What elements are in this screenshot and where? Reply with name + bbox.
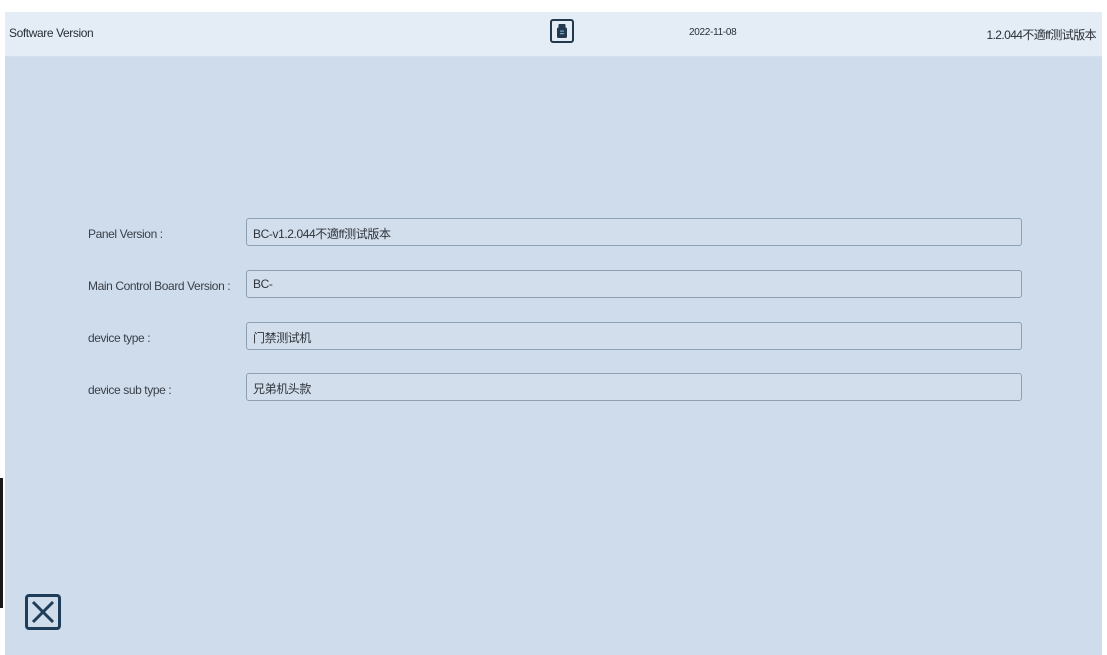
close-icon: [31, 600, 55, 624]
usb-status[interactable]: [550, 19, 574, 43]
device-type-field: 门禁测试机: [246, 322, 1022, 350]
current-date: 2022-11-08: [689, 27, 737, 38]
main-control-board-version-label: Main Control Board Version :: [88, 279, 231, 293]
usb-drive-icon: [557, 24, 567, 38]
top-bar: Software Version 2022-11-08 1.2.044不適ff测…: [5, 12, 1102, 57]
panel-version-field: BC-v1.2.044不適ff测试版本: [246, 218, 1022, 246]
device-sub-type-field: 兄弟机头款: [246, 373, 1022, 401]
left-edge-artifact: [0, 478, 3, 608]
main-control-board-version-field: BC-: [246, 270, 1022, 298]
software-version-screen: Software Version 2022-11-08 1.2.044不適ff测…: [5, 12, 1102, 655]
header-version: 1.2.044不適ff测试版本: [986, 28, 1097, 42]
close-button[interactable]: [25, 594, 61, 630]
panel-version-label: Panel Version :: [88, 227, 163, 241]
device-type-label: device type :: [88, 331, 151, 345]
page-title: Software Version: [9, 26, 94, 40]
device-sub-type-label: device sub type :: [88, 383, 172, 397]
